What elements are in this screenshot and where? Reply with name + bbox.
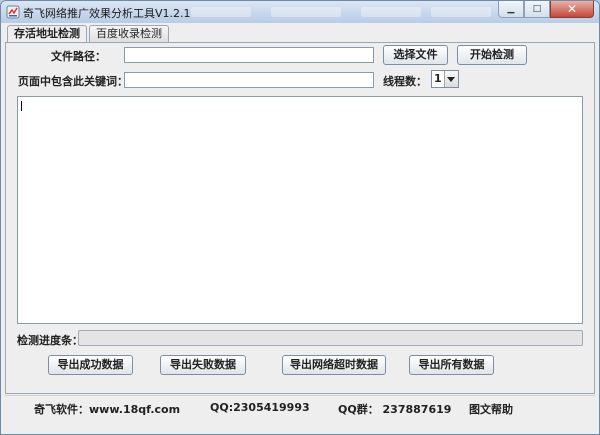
file-path-label: 文件路径： [51,50,106,63]
footer-qq-group: QQ群： 237887619 [338,403,452,416]
background-blur [361,7,421,17]
tab-panel: 文件路径： 选择文件 开始检测 页面中包含此关键词： 线程数： 1 检测进度条：… [5,42,595,394]
threads-value: 1 [433,72,442,85]
background-blur [271,7,341,17]
close-icon: ✕ [566,2,578,16]
maximize-icon: □ [532,4,542,14]
start-check-button[interactable]: 开始检测 [457,45,527,65]
progress-bar [78,330,583,346]
window-title: 奇飞网络推广效果分析工具V1.2.1 [23,7,191,20]
tab-baidu-index-check[interactable]: 百度收录检测 [89,25,169,42]
export-timeout-button[interactable]: 导出网络超时数据 [282,355,386,375]
background-blur [431,7,491,17]
threads-label: 线程数： [383,75,427,88]
file-path-input[interactable] [124,47,374,63]
tab-alive-check[interactable]: 存活地址检测 [7,25,87,43]
text-caret [21,101,22,111]
threads-select[interactable]: 1 [431,70,459,88]
minimize-button[interactable]: ▁ [498,1,524,18]
footer-divider [5,395,595,396]
chevron-down-icon[interactable] [443,71,458,87]
app-window: 奇飞网络推广效果分析工具V1.2.1 ▁ □ ✕ 存活地址检测 百度收录检测 文… [0,0,600,435]
help-link[interactable]: 图文帮助 [469,401,513,417]
footer-qq: QQ:2305419993 [210,401,310,414]
keyword-label: 页面中包含此关键词： [18,75,128,88]
tab-bar: 存活地址检测 百度收录检测 [7,25,171,43]
maximize-button[interactable]: □ [524,1,550,18]
background-blur [191,7,251,17]
keyword-input[interactable] [124,72,374,88]
footer-website[interactable]: 奇飞软件：www.18qf.com [34,401,180,417]
title-bar[interactable]: 奇飞网络推广效果分析工具V1.2.1 ▁ □ ✕ [1,1,599,23]
choose-file-button[interactable]: 选择文件 [383,45,448,65]
export-success-button[interactable]: 导出成功数据 [48,355,133,375]
minimize-icon: ▁ [507,4,515,14]
close-button[interactable]: ✕ [550,1,594,18]
main-content: 存活地址检测 百度收录检测 文件路径： 选择文件 开始检测 页面中包含此关键词：… [5,23,595,434]
app-icon [6,5,20,19]
export-failed-button[interactable]: 导出失败数据 [160,355,246,375]
window-controls: ▁ □ ✕ [498,1,594,19]
export-all-button[interactable]: 导出所有数据 [409,355,494,375]
progress-label: 检测进度条： [17,334,83,347]
result-log-area[interactable] [17,96,583,324]
